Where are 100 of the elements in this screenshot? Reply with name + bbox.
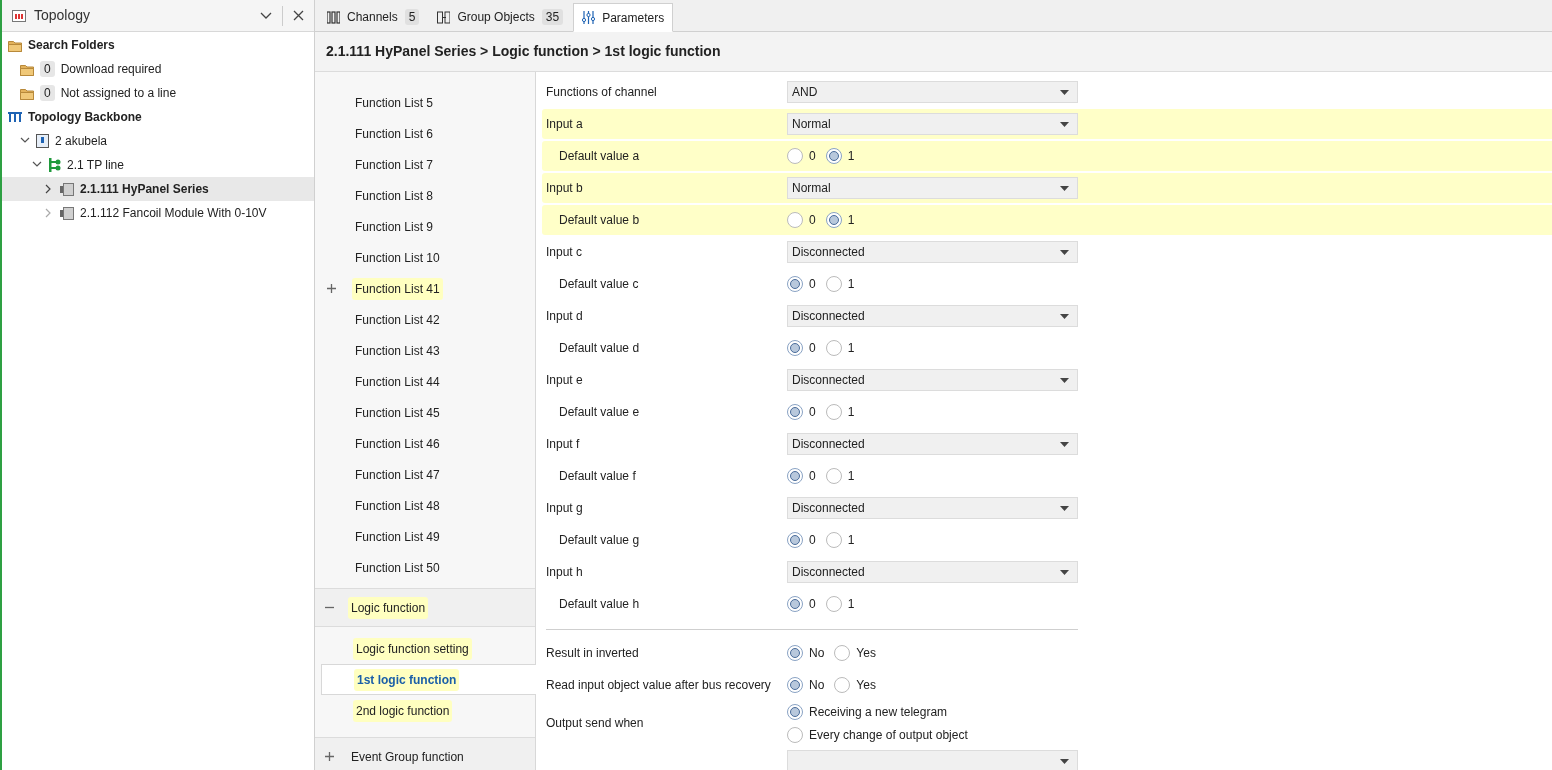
radio-button[interactable]: [787, 726, 803, 743]
param-label: Input h: [546, 565, 583, 579]
grid-icon: [12, 9, 26, 22]
caret-down-icon: [1060, 89, 1069, 95]
radio-label: Yes: [856, 645, 876, 662]
nav-group[interactable]: Logic function: [348, 596, 429, 619]
tab[interactable]: Parameters: [573, 3, 674, 32]
nav-item[interactable]: Function List 42: [355, 310, 440, 329]
nav-item[interactable]: Function List 43: [355, 341, 440, 360]
nav-item[interactable]: Function List 8: [355, 186, 434, 205]
nav-item[interactable]: 1st logic function: [354, 668, 460, 691]
radio-button[interactable]: [787, 703, 803, 720]
radio-button[interactable]: [834, 677, 851, 693]
radio-button[interactable]: [825, 212, 842, 228]
radio-button[interactable]: [787, 645, 803, 661]
radio-button[interactable]: [825, 468, 842, 484]
tree-item[interactable]: Search Folders: [28, 36, 115, 54]
tab[interactable]: Group Objects 35: [429, 3, 572, 31]
param-label: Input g: [546, 501, 583, 515]
radio-button[interactable]: [787, 468, 803, 484]
nav-item[interactable]: Function List 49: [355, 527, 440, 546]
dropdown[interactable]: Disconnected: [787, 433, 1078, 455]
radio-label: 1: [847, 148, 855, 165]
radio-label: No: [809, 677, 825, 694]
tree-item[interactable]: 2.1.111 HyPanel Series: [2, 177, 314, 201]
nav-item[interactable]: Logic function setting: [353, 637, 472, 660]
radio-label: 0: [809, 148, 816, 165]
radio-label: 0: [809, 212, 816, 229]
nav-item[interactable]: Function List 45: [355, 403, 440, 422]
radio-button[interactable]: [787, 340, 803, 356]
dropdown[interactable]: Normal: [787, 177, 1078, 199]
radio-label: 1: [847, 404, 855, 421]
dropdown[interactable]: Disconnected: [787, 369, 1078, 391]
tree-item[interactable]: Download required: [60, 60, 162, 78]
radio-button[interactable]: [787, 404, 803, 420]
nav-item[interactable]: Function List 9: [355, 217, 434, 236]
nav-item[interactable]: 2nd logic function: [353, 699, 453, 722]
tree-item[interactable]: 2.1.112 Fancoil Module With 0-10V: [2, 201, 314, 225]
radio-button[interactable]: [834, 645, 851, 661]
radio-label: 1: [847, 532, 855, 549]
nav-item[interactable]: Function List 6: [355, 124, 434, 143]
param-label: Functions of channel: [546, 85, 657, 99]
param-label: Result in inverted: [546, 646, 639, 660]
device-icon: [60, 182, 74, 196]
chevron-down-icon[interactable]: [260, 11, 272, 20]
nav-item[interactable]: Function List 44: [355, 372, 440, 391]
nav-item[interactable]: Function List 41: [352, 277, 443, 300]
radio-button[interactable]: [787, 532, 803, 548]
caret-down-icon: [1060, 313, 1069, 319]
nav-item[interactable]: Function List 7: [355, 155, 434, 174]
dropdown[interactable]: Disconnected: [787, 561, 1078, 583]
tree-item[interactable]: 2 akubela: [2, 129, 314, 153]
tab[interactable]: Channels 5: [319, 3, 428, 31]
radio-button[interactable]: [787, 212, 803, 228]
nav-item[interactable]: Function List 50: [355, 558, 440, 577]
nav-item[interactable]: Function List 47: [355, 465, 440, 484]
param-label: Output send when: [546, 716, 644, 730]
count-badge: 35: [541, 9, 564, 25]
param-label: Input b: [546, 181, 583, 195]
caret-down-icon: [1060, 505, 1069, 511]
radio-button[interactable]: [825, 148, 842, 164]
radio-button[interactable]: [787, 596, 803, 612]
radio-button[interactable]: [787, 148, 803, 164]
caret-down-icon: [1060, 121, 1069, 127]
nav-item[interactable]: Function List 48: [355, 496, 440, 515]
dropdown[interactable]: Normal: [787, 113, 1078, 135]
tree-item[interactable]: Not assigned to a line: [60, 84, 177, 102]
dropdown[interactable]: Disconnected: [787, 241, 1078, 263]
caret-down-icon: [1060, 569, 1069, 575]
radio-button[interactable]: [825, 596, 842, 612]
dropdown[interactable]: Disconnected: [787, 305, 1078, 327]
plus-icon[interactable]: [325, 752, 334, 761]
sliders-icon: [582, 11, 596, 24]
backbone-icon: [8, 111, 22, 123]
columns-icon: [327, 10, 340, 24]
caret-down-icon: [1060, 377, 1069, 383]
nav-item[interactable]: Function List 10: [355, 248, 440, 267]
close-icon[interactable]: [293, 10, 304, 21]
radio-button[interactable]: [825, 276, 842, 292]
radio-label: 0: [809, 468, 816, 485]
dropdown[interactable]: Disconnected: [787, 497, 1078, 519]
nav-item[interactable]: Function List 5: [355, 93, 434, 112]
radio-button[interactable]: [825, 404, 842, 420]
area-icon: [36, 134, 49, 148]
radio-button[interactable]: [825, 340, 842, 356]
dropdown[interactable]: AND: [787, 81, 1078, 103]
param-label: Input f: [546, 437, 580, 451]
tree-item[interactable]: 2.1 TP line: [2, 153, 314, 177]
plus-icon[interactable]: [327, 284, 336, 293]
param-label: Default value h: [559, 597, 640, 611]
device-icon: [60, 206, 74, 220]
caret-down-icon: [1060, 249, 1069, 255]
radio-button[interactable]: [825, 532, 842, 548]
folder-icon: [20, 62, 34, 76]
tree-item[interactable]: Topology Backbone: [28, 108, 142, 126]
radio-button[interactable]: [787, 677, 803, 693]
radio-button[interactable]: [787, 276, 803, 292]
panel-title: Topology: [34, 6, 91, 25]
param-label: Default value c: [559, 277, 639, 291]
nav-item[interactable]: Function List 46: [355, 434, 440, 453]
